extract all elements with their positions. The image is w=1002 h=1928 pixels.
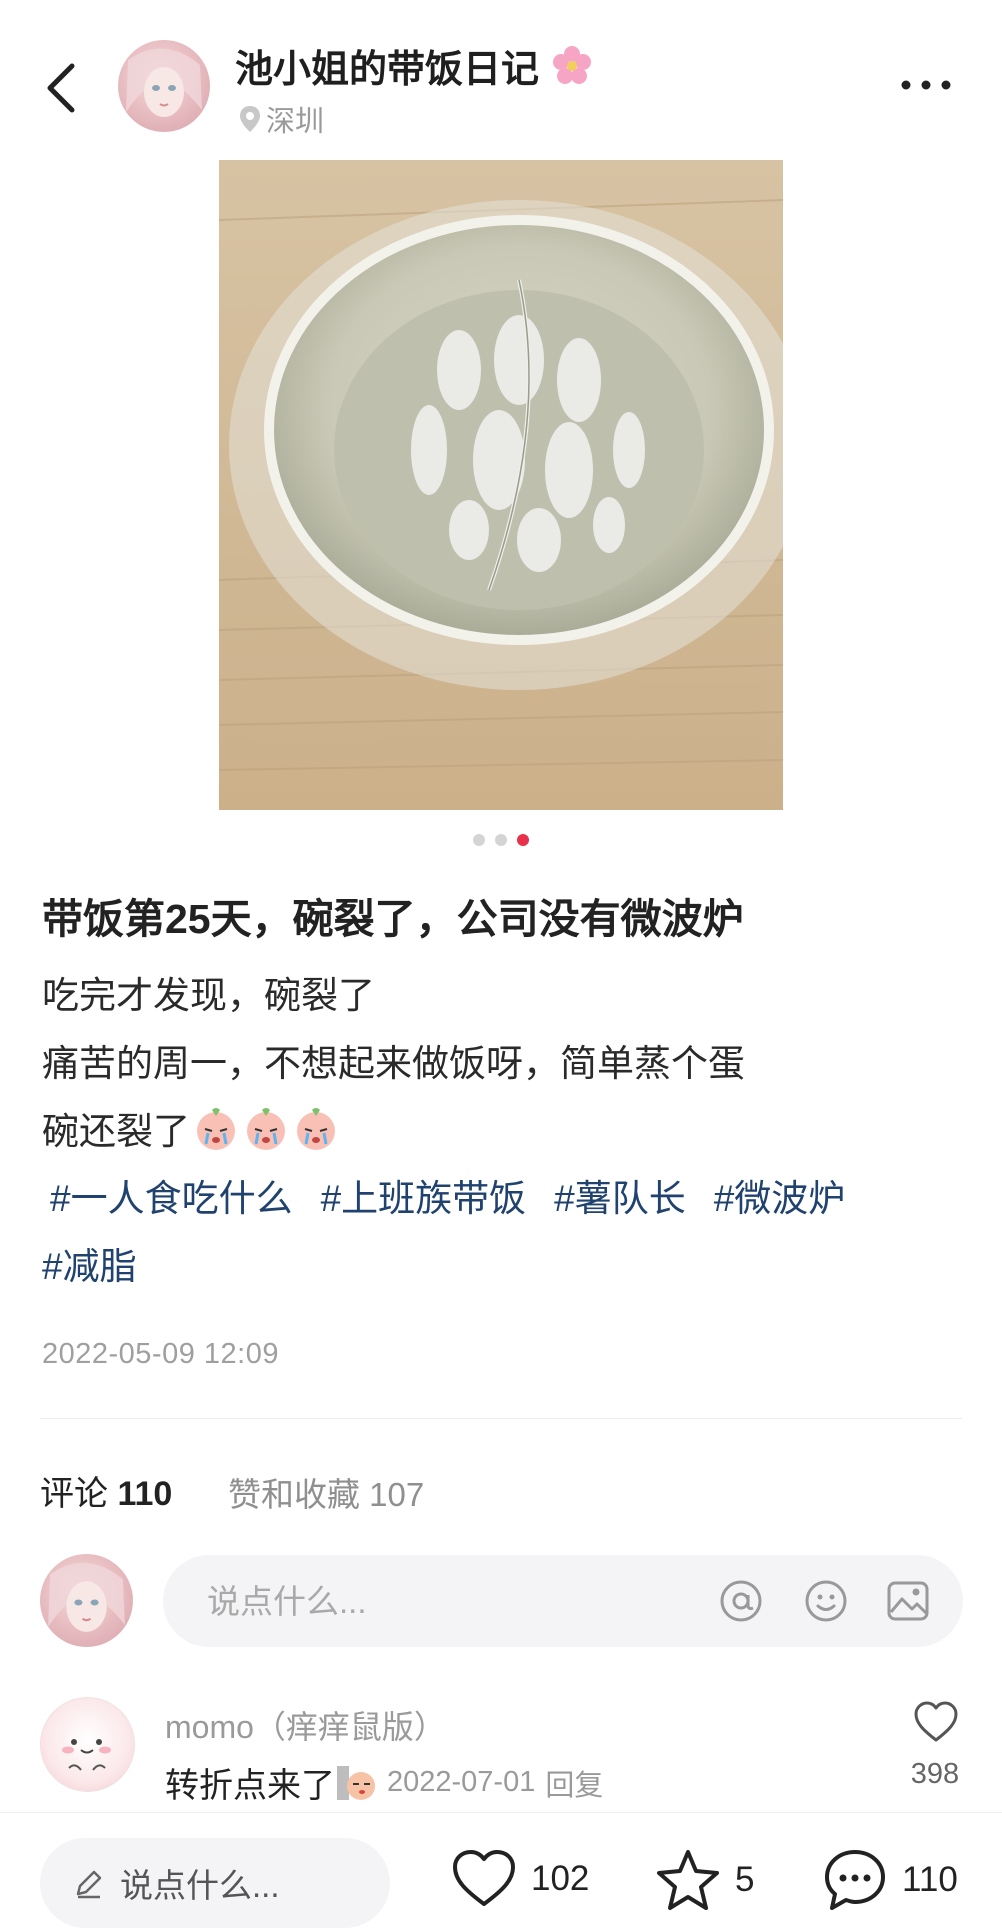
hashtag[interactable]: #上班族带饭 <box>321 1165 527 1233</box>
like-count: 102 <box>531 1859 590 1898</box>
post-title: 带饭第25天，碗裂了，公司没有微波炉 <box>42 896 744 942</box>
page-dot[interactable] <box>473 834 485 846</box>
more-options-icon[interactable] <box>896 70 956 100</box>
comment-input-box <box>163 1555 963 1649</box>
location-text: 深圳 <box>266 106 325 138</box>
bottom-comment-input[interactable]: 说点什么... <box>40 1838 390 1928</box>
post-date: 2022-05-09 12:09 <box>42 1338 279 1370</box>
bottom-bar-divider <box>0 1812 1002 1813</box>
hashtag[interactable]: #薯队长 <box>554 1165 686 1233</box>
location-pin-icon <box>240 106 260 132</box>
comment-date: 2022-07-01 <box>387 1766 536 1798</box>
mention-icon[interactable] <box>718 1578 764 1624</box>
collect-count: 5 <box>735 1860 755 1899</box>
author-name[interactable]: 池小姐的带饭日记 <box>235 38 594 93</box>
my-avatar <box>40 1554 133 1647</box>
commenter-name[interactable]: momo（痒痒鼠版） <box>165 1702 446 1748</box>
reply-button[interactable]: 回复 <box>545 1762 603 1804</box>
chat-bubble-icon <box>825 1850 885 1910</box>
post-body-line: 痛苦的周一，不想起来做饭呀，简单蒸个蛋 <box>42 1043 745 1084</box>
collect-button[interactable]: 5 <box>655 1848 754 1912</box>
divider <box>40 1418 962 1419</box>
image-icon[interactable] <box>885 1578 931 1624</box>
hashtag[interactable]: #微波炉 <box>714 1165 846 1233</box>
cherry-blossom-icon <box>552 46 591 84</box>
emoji-icon[interactable] <box>803 1578 849 1624</box>
pencil-icon <box>76 1870 102 1899</box>
commenter-avatar[interactable] <box>40 1697 135 1792</box>
comment-input[interactable] <box>205 1555 669 1649</box>
hashtag-list: #一人食吃什么 #上班族带饭 #薯队长 #微波炉 #减脂 <box>42 1165 972 1301</box>
post-body-line: 吃完才发现，碗裂了 <box>42 975 375 1016</box>
comment-like-count: 398 <box>910 1758 960 1790</box>
crying-peach-emoji-icon <box>197 1108 235 1150</box>
heart-icon <box>453 1850 515 1906</box>
star-icon <box>657 1850 719 1910</box>
comment-button[interactable]: 110 <box>822 1848 958 1912</box>
crying-peach-emoji-icon <box>297 1108 335 1150</box>
tab-comments[interactable]: 评论 110 <box>40 1466 172 1515</box>
comment-text: 转折点来了 2022-07-01 回复 <box>165 1758 603 1807</box>
back-arrow-icon[interactable] <box>40 58 84 118</box>
peeking-emoji-icon <box>337 1765 375 1800</box>
comment-count: 110 <box>902 1860 958 1899</box>
location-tag: 深圳 <box>238 98 324 140</box>
bottom-input-label: 说点什么... <box>120 1867 280 1904</box>
page-dot[interactable] <box>495 834 507 846</box>
comment-like-heart-icon[interactable] <box>913 1700 959 1744</box>
hashtag[interactable]: #减脂 <box>42 1233 137 1301</box>
author-avatar[interactable] <box>118 40 210 132</box>
page-dot-active[interactable] <box>517 834 529 846</box>
like-button[interactable]: 102 <box>451 1848 589 1910</box>
gallery-pagination <box>0 834 1002 846</box>
tab-likes-and-collects[interactable]: 赞和收藏 107 <box>228 1468 424 1516</box>
crying-peach-emoji-icon <box>247 1108 285 1150</box>
post-body-line: 碗还裂了 <box>42 1101 340 1155</box>
post-photo[interactable] <box>219 160 783 810</box>
hashtag[interactable]: #一人食吃什么 <box>50 1165 293 1233</box>
